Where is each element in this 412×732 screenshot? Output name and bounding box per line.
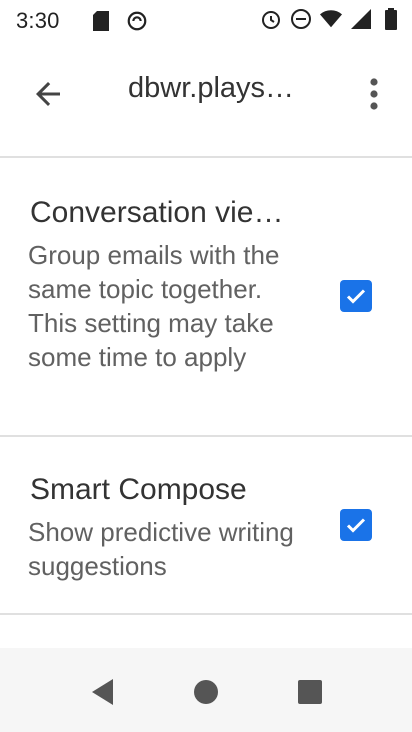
sd-card-icon: [90, 10, 112, 32]
back-button[interactable]: [26, 72, 70, 116]
checkmark-icon: [346, 289, 366, 304]
back-arrow-icon: [36, 82, 60, 106]
battery-icon: [380, 8, 402, 30]
sync-icon: [126, 10, 148, 32]
recents-square-icon: [298, 680, 322, 704]
checkmark-icon: [346, 518, 366, 533]
overflow-menu-button[interactable]: [354, 72, 394, 116]
setting-title: Smart Compose: [30, 473, 247, 506]
divider: [0, 613, 412, 615]
status-right-icons: [260, 8, 402, 30]
nav-home-button[interactable]: [186, 672, 226, 712]
more-vert-icon: [370, 78, 378, 110]
setting-summary: Show predictive writing suggestions: [28, 517, 294, 581]
nav-recents-button[interactable]: [290, 672, 330, 712]
status-bar: 3:30: [0, 0, 412, 44]
smart-compose-checkbox[interactable]: [340, 509, 372, 541]
setting-conversation-view[interactable]: Conversation vie… Group emails with the …: [0, 160, 412, 436]
wifi-icon: [320, 8, 342, 30]
alarm-icon: [260, 8, 282, 30]
setting-smart-compose[interactable]: Smart Compose Show predictive writing su…: [0, 437, 412, 613]
status-time: 3:30: [16, 8, 60, 33]
nav-back-button[interactable]: [82, 672, 122, 712]
conversation-view-checkbox[interactable]: [340, 280, 372, 312]
back-triangle-icon: [92, 679, 113, 705]
app-bar: dbwr.plays…: [0, 54, 412, 134]
signal-icon: [350, 8, 372, 30]
do-not-disturb-icon: [290, 8, 312, 30]
setting-summary: Group emails with the same topic togethe…: [28, 240, 280, 372]
setting-title: Conversation vie…: [30, 196, 284, 229]
system-nav-bar: [0, 648, 412, 732]
home-circle-icon: [194, 680, 218, 704]
page-title: dbwr.plays…: [128, 72, 295, 104]
divider: [0, 156, 412, 158]
status-left-icons: [90, 10, 148, 32]
